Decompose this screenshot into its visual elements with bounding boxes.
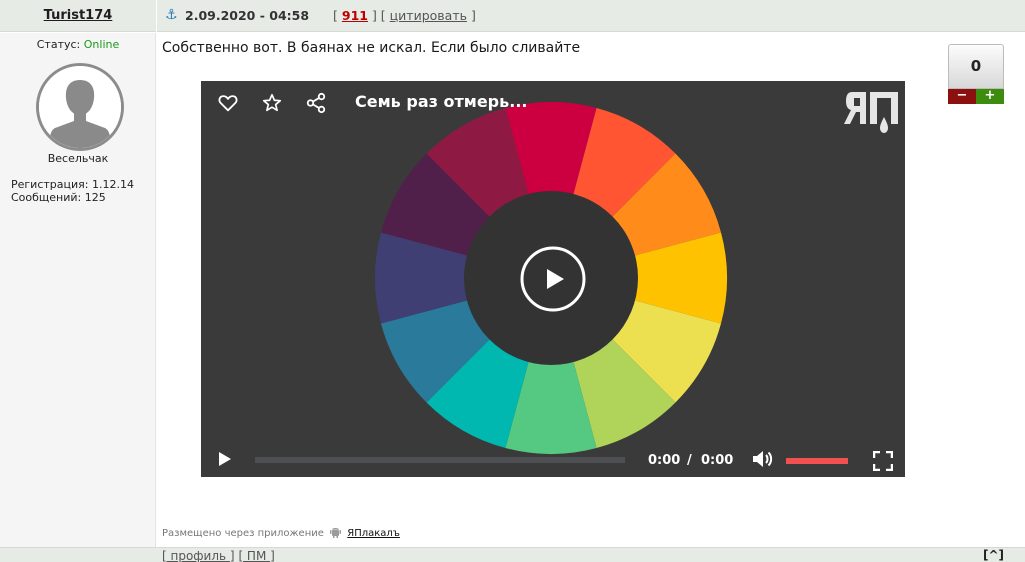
user-status: Статус: Online [0,38,156,51]
status-label: Статус: [36,38,81,51]
yap-logo-icon[interactable] [844,88,900,136]
star-icon[interactable] [261,92,283,114]
posted-via-text: Размещено через приложение [162,528,324,539]
post-header: ⚓ 2.09.2020 - 04:58 [ 911 ] [ цитировать… [157,0,1025,32]
profile-link[interactable]: [ профиль ] [162,549,235,562]
time-current: 0:00 [648,453,681,468]
post-text: Собственно вот. В баянах не искал. Если … [162,40,581,56]
time-total: 0:00 [701,453,734,468]
rating-score: 0 [948,44,1004,89]
volume-slider[interactable] [786,458,848,464]
user-sidebar: Статус: Online Весельчак Регистрация: 1.… [0,33,156,547]
user-stats: Регистрация: 1.12.14 Сообщений: 125 [11,178,134,204]
progress-bar[interactable] [255,457,625,463]
heart-icon[interactable] [217,92,239,114]
messages-row: Сообщений: 125 [11,191,134,204]
video-title[interactable]: Семь раз отмерь... [355,92,527,111]
app-link[interactable]: ЯПлакалъ [347,528,400,539]
author-header: Turist174 [0,0,156,32]
scroll-top-link[interactable]: [^] [983,548,1004,562]
quote-link[interactable]: цитировать [390,8,467,23]
user-rank: Весельчак [47,152,109,165]
bracket-open: [ [333,8,338,23]
posted-via: Размещено через приложение ЯПлакалъ [162,526,400,539]
bracket-close: ] [470,8,476,23]
fullscreen-icon[interactable] [873,451,893,471]
registration-label: Регистрация: [11,178,89,191]
status-value: Online [83,38,120,51]
messages-value: 125 [84,191,106,204]
author-link[interactable]: Turist174 [44,8,113,23]
rating-minus-button[interactable]: − [948,89,976,104]
footer-links: [ профиль ] [ ПМ ] [162,549,275,562]
bracket-mid: ] [ [371,8,386,23]
volume-icon[interactable] [751,449,773,469]
avatar[interactable] [36,63,124,151]
post-footer: [ профиль ] [ ПМ ] [^] [0,547,1025,562]
messages-label: Сообщений: [11,191,82,204]
time-separator: / [687,453,692,468]
rating-widget: 0 − + [948,44,1004,104]
control-play-icon[interactable] [215,450,233,468]
android-icon [330,528,342,538]
post-date: 2.09.2020 - 04:58 [185,8,310,23]
avatar-silhouette-icon [39,66,121,148]
anchor-icon[interactable]: ⚓ [165,7,178,23]
play-icon[interactable] [519,245,587,313]
video-player[interactable]: Семь раз отмерь... 0:00 / 0:00 [201,81,905,477]
share-icon[interactable] [305,92,327,114]
post-number-link[interactable]: 911 [342,8,368,23]
pm-link[interactable]: [ ПМ ] [238,549,274,562]
rating-plus-button[interactable]: + [976,89,1004,104]
registration-row: Регистрация: 1.12.14 [11,178,134,191]
post-links: [ 911 ] [ цитировать ] [333,8,476,23]
registration-value: 1.12.14 [91,178,134,191]
